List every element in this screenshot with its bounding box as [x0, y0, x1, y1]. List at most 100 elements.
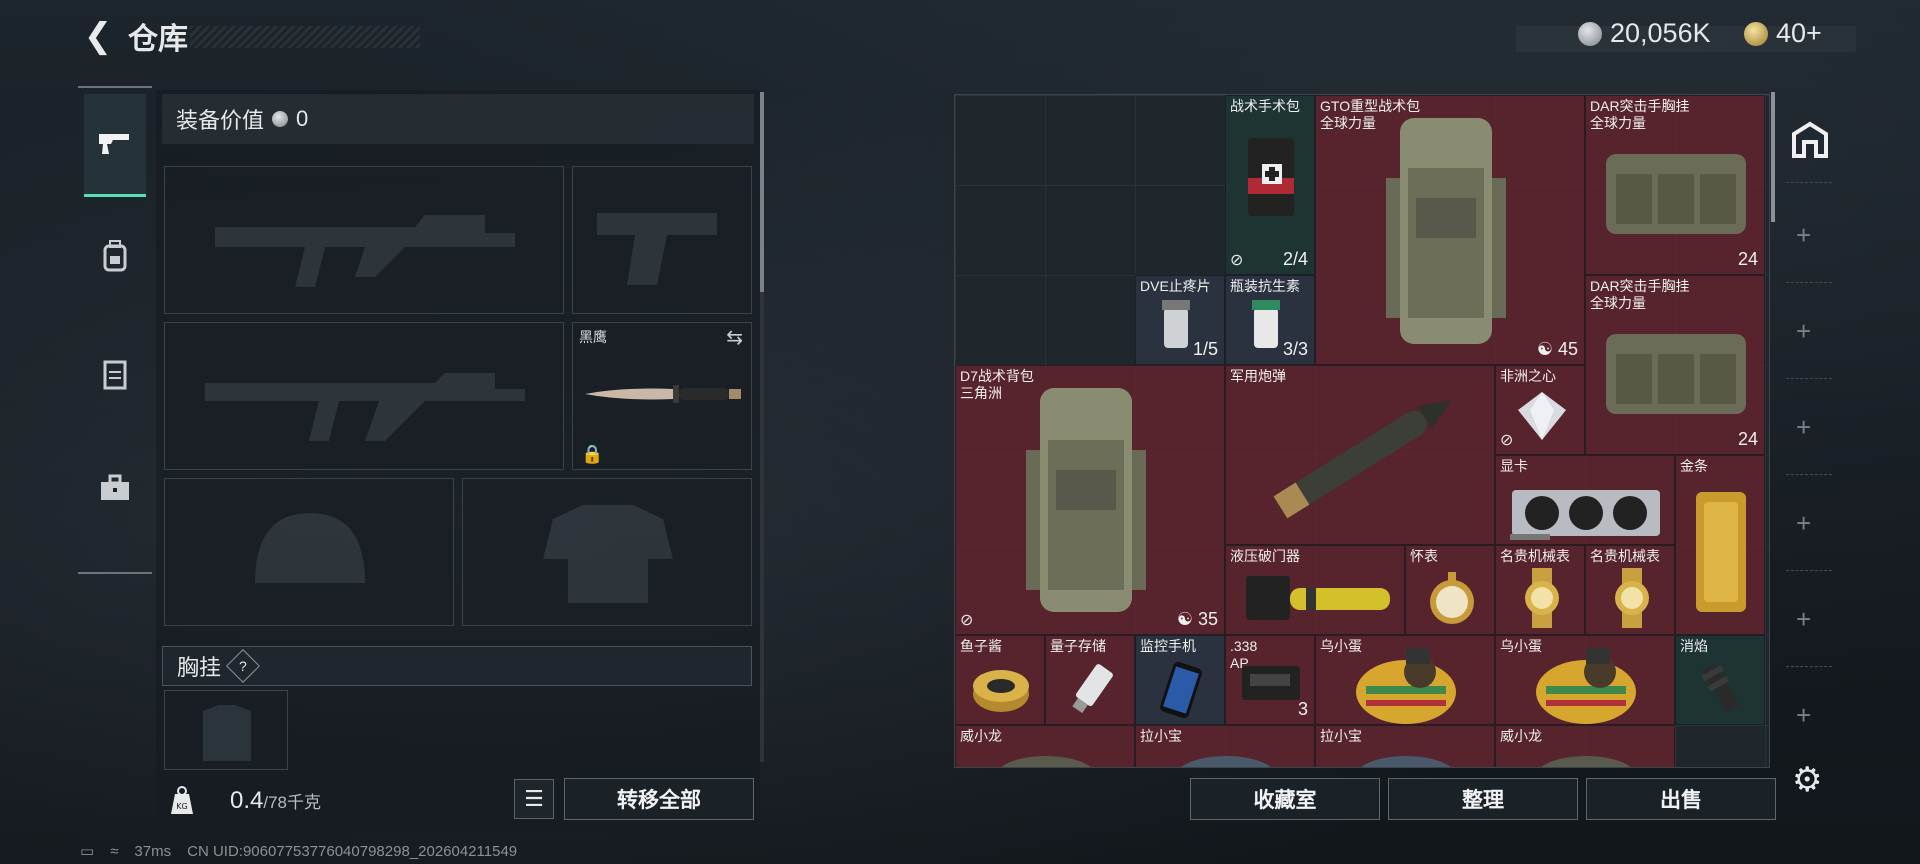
figure-icon-2 — [1181, 756, 1271, 767]
luxury-watch-icon-2 — [1615, 568, 1649, 628]
heavy-backpack-icon — [1386, 118, 1506, 344]
item-cell[interactable]: 怀表 — [1405, 545, 1495, 635]
gpu-icon — [1510, 490, 1660, 540]
item-count: 3 — [1297, 699, 1308, 719]
primary-weapon-slot[interactable] — [164, 166, 564, 314]
item-cell[interactable]: 战术手术包 ⊘ 2/4 — [1225, 95, 1315, 275]
item-cell[interactable]: 拉小宝 — [1315, 725, 1495, 767]
item-cell[interactable]: 量子存储 — [1045, 635, 1135, 725]
chest-rig-icon-2 — [1606, 334, 1746, 414]
currency-silver[interactable]: 20,056K — [1578, 18, 1711, 49]
page-title: 仓库 — [128, 23, 188, 56]
item-cell[interactable]: 鱼子酱 — [955, 635, 1045, 725]
medkit-icon — [1248, 138, 1294, 216]
chest-rig-slot[interactable] — [164, 690, 288, 770]
equipment-tabs — [78, 86, 152, 574]
add-page-icon[interactable]: + — [1796, 700, 1811, 731]
melee-slot[interactable]: 黑鹰 ⇆ 🔒 — [572, 322, 752, 470]
egg-figure-icon — [1356, 648, 1456, 724]
item-cell[interactable]: 名贵机械表 — [1495, 545, 1585, 635]
secondary-weapon-slot[interactable] — [164, 322, 564, 470]
item-count: 2/4 — [1282, 249, 1308, 269]
tab-vest[interactable] — [84, 324, 146, 424]
svg-text:KG: KG — [176, 802, 187, 811]
grid-scrollbar-thumb[interactable] — [1771, 92, 1775, 222]
item-cell[interactable]: 监控手机 — [1135, 635, 1225, 725]
item-count: ☯ 35 — [1176, 609, 1218, 629]
item-cell[interactable]: 非洲之心 ⊘ — [1495, 365, 1585, 455]
no-bind-icon: ⊘ — [960, 612, 974, 629]
quantum-storage-icon — [1072, 664, 1113, 714]
helmet-slot[interactable] — [164, 478, 454, 626]
battery-icon: ▭ — [80, 843, 95, 860]
knife-icon — [585, 385, 741, 403]
item-cell[interactable]: .338 AP 3 — [1225, 635, 1315, 725]
sell-button[interactable]: 出售 — [1586, 778, 1776, 820]
item-cell[interactable]: 显卡 — [1495, 455, 1675, 545]
melee-label: 黑鹰 — [579, 329, 607, 345]
gold-bar-icon — [1696, 492, 1746, 612]
item-cell[interactable]: DVE止疼片 1/5 — [1135, 275, 1225, 365]
status-bar: ▭ ≈ 37ms CN UID:9060775377604079829​8_20… — [80, 842, 518, 861]
add-page-icon[interactable]: + — [1796, 220, 1811, 251]
item-cell[interactable]: 威小龙 — [955, 725, 1135, 767]
item-cell[interactable]: 瓶装抗生素 3/3 — [1225, 275, 1315, 365]
silver-amount: 20,056K — [1610, 18, 1711, 48]
uid-text: CN UID:9060775377604079829​8_20260421154… — [187, 842, 518, 860]
diamond-icon — [1518, 392, 1566, 440]
sort-button[interactable]: 整理 — [1388, 778, 1578, 820]
value-coin-icon — [272, 111, 289, 127]
item-cell[interactable]: 拉小宝 — [1135, 725, 1315, 767]
warehouse-icon[interactable] — [1790, 120, 1830, 160]
item-cell[interactable]: 液压破门器 — [1225, 545, 1405, 635]
storage-page-rail: + + + + + + — [1778, 92, 1840, 740]
item-cell[interactable]: 消焰 — [1675, 635, 1765, 725]
figure-icon — [1001, 756, 1091, 767]
tab-weapons[interactable] — [84, 94, 146, 197]
rifle-silhouette-icon — [215, 215, 515, 287]
add-page-icon[interactable]: + — [1796, 508, 1811, 539]
help-icon[interactable]: ? — [226, 649, 260, 683]
tab-backpack[interactable] — [84, 206, 146, 306]
figure-icon-3 — [1361, 756, 1451, 767]
item-cell[interactable]: 军用炮弹 — [1225, 365, 1495, 545]
egg-figure-icon-2 — [1536, 648, 1636, 724]
add-page-icon[interactable]: + — [1796, 316, 1811, 347]
item-cell[interactable]: 乌小蛋 — [1495, 635, 1675, 725]
back-arrow-icon[interactable]: ❮ — [82, 17, 114, 55]
item-cell[interactable]: GTO重型战术包 全球力量 ☯ 45 — [1315, 95, 1585, 365]
storage-grid: 战术手术包 ⊘ 2/4 GTO重型战术包 全球力量 ☯ 45 DAR突击手胸挂 … — [954, 94, 1770, 768]
breacher-icon — [1246, 576, 1390, 620]
swap-icon[interactable]: ⇆ — [726, 325, 743, 350]
tab-toolbox[interactable] — [84, 438, 146, 538]
item-cell[interactable]: 乌小蛋 — [1315, 635, 1495, 725]
add-page-icon[interactable]: + — [1796, 604, 1811, 635]
chest-rig-icon — [1606, 154, 1746, 234]
transfer-all-button[interactable]: 转移全部 — [564, 778, 754, 820]
item-cell[interactable]: D7战术背包 三角洲 ⊘ ☯ 35 — [955, 365, 1225, 635]
add-page-icon[interactable]: + — [1796, 412, 1811, 443]
equip-value: 0 — [296, 106, 309, 131]
figure-icon-4 — [1541, 756, 1631, 767]
item-cell[interactable]: 威小龙 — [1495, 725, 1675, 767]
collection-room-button[interactable]: 收藏室 — [1190, 778, 1380, 820]
item-cell[interactable]: 金条 — [1675, 455, 1765, 635]
left-scrollbar-thumb[interactable] — [760, 92, 764, 292]
chest-rig-label: 胸挂 — [177, 655, 222, 680]
gold-coin-icon — [1744, 21, 1768, 46]
armor-slot[interactable] — [462, 478, 752, 626]
luxury-watch-icon — [1525, 568, 1559, 628]
item-cell[interactable]: 名贵机械表 — [1585, 545, 1675, 635]
pistol-slot[interactable] — [572, 166, 752, 314]
list-view-button[interactable]: ☰ — [514, 779, 554, 819]
rifle-silhouette-icon-2 — [205, 373, 525, 441]
item-cell[interactable]: DAR突击手胸挂 全球力量 24 — [1585, 275, 1765, 455]
muzzle-icon — [1701, 663, 1740, 713]
settings-gear-icon[interactable]: ⚙ — [1792, 760, 1822, 800]
item-count: 3/3 — [1282, 339, 1308, 359]
currency-gold[interactable]: 40+ — [1744, 18, 1822, 49]
tactical-backpack-icon — [1026, 388, 1146, 612]
pocket-watch-icon — [1430, 572, 1474, 624]
wifi-icon: ≈ — [110, 842, 119, 860]
item-cell[interactable]: DAR突击手胸挂 全球力量 24 — [1585, 95, 1765, 275]
